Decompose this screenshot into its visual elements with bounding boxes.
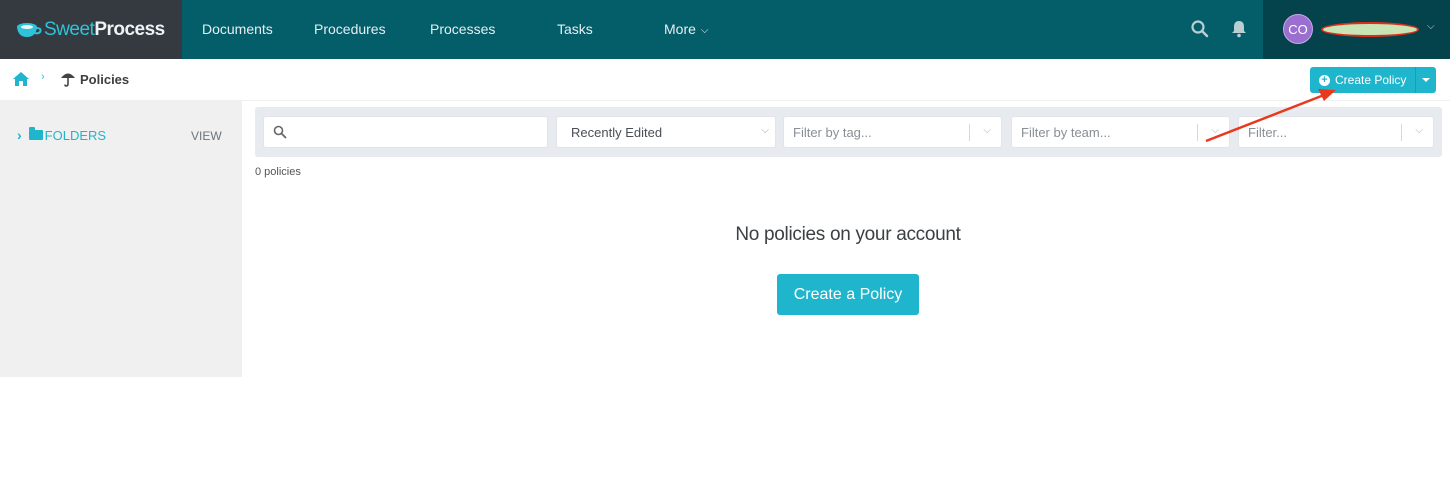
chevron-right-icon: › [17,127,22,143]
create-policy-button[interactable]: + Create Policy [1310,67,1416,93]
chevron-down-icon: ⌵ [700,25,709,36]
nav-procedures[interactable]: Procedures [314,0,386,59]
user-menu[interactable]: CO ⌵ [1263,0,1450,59]
umbrella-icon [61,73,75,87]
brand-logo[interactable]: Sweet Process [0,0,182,59]
breadcrumb: › Policies [0,59,1450,101]
caret-down-icon [1422,78,1431,82]
top-navbar: Sweet Process Documents Procedures Proces… [0,0,1450,59]
nav-documents[interactable]: Documents [202,0,273,59]
folder-icon [28,127,43,140]
brand-name-sweet: Sweet [44,18,95,40]
empty-state-message: No policies on your account [735,224,961,245]
folders-toggle[interactable]: › FOLDERS [17,127,106,143]
divider [1401,124,1402,141]
team-filter-placeholder: Filter by team... [1021,125,1111,140]
chevron-down-icon: ⌵ [761,125,769,136]
user-name-redacted [1321,22,1419,37]
create-a-policy-button[interactable]: Create a Policy [777,274,919,315]
chevron-down-icon: ⌵ [983,125,991,136]
search-input[interactable] [263,116,548,148]
sort-select[interactable]: Recently Edited ⌵ [556,116,776,148]
divider [1197,124,1198,141]
tag-filter-placeholder: Filter by tag... [793,125,872,140]
nav-more-label: More [664,21,696,37]
page-title: Policies [80,72,130,87]
policy-count: 0 policies [255,166,301,178]
bell-icon[interactable] [1229,19,1249,39]
nav-tasks[interactable]: Tasks [557,0,593,59]
divider [969,124,970,141]
chevron-down-icon: ⌵ [1427,21,1435,32]
avatar: CO [1283,14,1313,44]
team-filter-dropdown[interactable]: Filter by team... ⌵ [1011,116,1230,148]
breadcrumb-separator: › [41,71,45,83]
view-link[interactable]: VIEW [191,129,222,143]
search-icon [273,125,287,139]
filter-bar: Recently Edited ⌵ Filter by tag... ⌵ Fil… [255,107,1442,157]
search-icon[interactable] [1190,19,1210,39]
home-icon[interactable] [13,72,29,86]
coffee-cup-logo-icon [17,22,42,37]
nav-more[interactable]: More ⌵ [664,0,709,59]
create-policy-button-group: + Create Policy [1310,67,1437,93]
create-policy-dropdown-toggle[interactable] [1415,67,1437,93]
general-filter-placeholder: Filter... [1248,125,1288,140]
tag-filter-dropdown[interactable]: Filter by tag... ⌵ [783,116,1002,148]
general-filter-dropdown[interactable]: Filter... ⌵ [1238,116,1434,148]
create-policy-label: Create Policy [1335,73,1407,87]
chevron-down-icon: ⌵ [1211,125,1219,136]
plus-circle-icon: + [1319,74,1330,86]
chevron-down-icon: ⌵ [1415,125,1423,136]
nav-processes[interactable]: Processes [430,0,495,59]
folders-label: FOLDERS [44,127,107,143]
sort-selected-value: Recently Edited [571,125,663,140]
brand-name-process: Process [94,18,165,40]
